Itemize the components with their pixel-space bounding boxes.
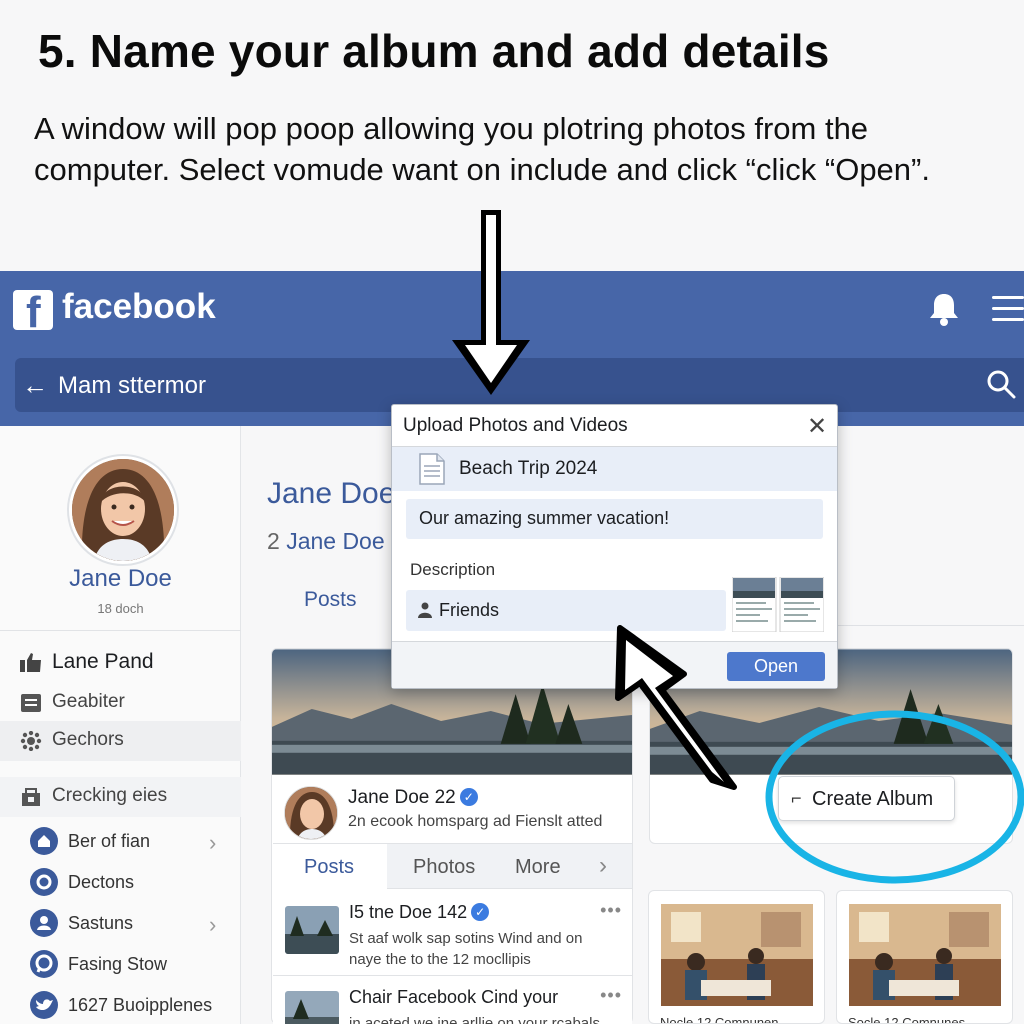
tab-posts[interactable]: Posts (304, 856, 354, 879)
profile-tabs: Posts Photos More › (273, 843, 632, 890)
main-profile-name[interactable]: Jane Doe (267, 477, 395, 511)
post-author-avatar[interactable] (284, 786, 338, 840)
cafe-photo[interactable] (661, 904, 813, 1006)
privacy-value: Friends (439, 600, 500, 620)
list-icon (21, 694, 41, 712)
thumbs-up-icon (20, 653, 41, 672)
sidebar-item-label: Lane Pand (52, 650, 154, 673)
profile-name[interactable]: Jane Doe (0, 565, 241, 593)
back-arrow-icon[interactable]: ← (22, 370, 48, 401)
search-input[interactable]: Mam sttermor (58, 372, 206, 400)
sidebar-divider (0, 630, 241, 631)
create-album-button[interactable]: ⌐ Create Album (778, 776, 955, 821)
sidebar-item-gechors[interactable]: Gechors (0, 721, 241, 761)
upload-dialog: Upload Photos and Videos ✕ Beach Trip 20… (391, 404, 838, 689)
thumbnail-photo[interactable] (285, 991, 339, 1024)
subtitle-name: Jane Doe (286, 528, 385, 554)
user-icon (30, 909, 58, 937)
album-description-input[interactable]: Our amazing summer vacation! (406, 499, 823, 539)
search-icon[interactable] (986, 369, 1016, 399)
list-item-text: St aaf wolk sap sotins Wind and on naye … (349, 930, 583, 968)
tab-more[interactable]: More (515, 856, 561, 879)
sidebar-item-ber-of-fian[interactable]: Ber of fian (68, 831, 150, 852)
more-options-icon[interactable]: ••• (600, 985, 622, 1006)
list-item-title-text: I5 tne Doe 142 (349, 902, 468, 922)
main-profile-subtitle: 2 Jane Doe (267, 528, 385, 555)
list-item[interactable]: Chair Facebook Cind your in aceted we in… (273, 977, 632, 1024)
verified-badge-icon: ✓ (459, 788, 478, 806)
close-icon[interactable]: ✕ (807, 412, 827, 441)
dialog-title: Upload Photos and Videos (403, 415, 628, 436)
settings-icon (30, 868, 58, 896)
thumbnail-photo[interactable] (285, 906, 339, 954)
chat-icon (30, 950, 58, 978)
chevron-right-icon[interactable]: › (209, 830, 216, 856)
photo-caption: Nocle 12 Comnunen (660, 1015, 779, 1024)
home-icon (30, 827, 58, 855)
facebook-wordmark[interactable]: facebook (62, 287, 216, 327)
post-author-label: Jane Doe 22 (348, 787, 456, 808)
album-icon: ⌐ (791, 788, 802, 808)
photo-thumbnails[interactable] (732, 577, 824, 632)
sidebar-item-sastuns[interactable]: Sastuns (68, 913, 133, 934)
person-icon (418, 602, 432, 618)
description-label: Description (410, 560, 496, 579)
bird-icon (30, 991, 58, 1019)
list-item-title: I5 tne Doe 142 ✓ (349, 902, 490, 923)
chevron-right-icon[interactable]: › (209, 912, 216, 938)
tutorial-screenshot: { "instruction": { "title": "5. Name you… (0, 0, 1024, 1024)
open-button[interactable]: Open (727, 652, 825, 681)
list-item[interactable]: I5 tne Doe 142 ✓ St aaf wolk sap sotins W… (273, 892, 632, 976)
sidebar-item-label: Gechors (52, 729, 124, 750)
tab-photos[interactable]: Photos (413, 856, 475, 879)
privacy-select[interactable]: Friends (406, 590, 726, 631)
facebook-logo-icon[interactable]: f (13, 290, 53, 330)
sidebar-item-lane-pand[interactable]: Lane Pand (0, 642, 241, 682)
chevron-right-icon[interactable]: › (599, 852, 607, 880)
post-text: 2n ecook homsparg ad Fienslt atted (348, 813, 603, 830)
tab-posts-main[interactable]: Posts (304, 588, 357, 612)
divider (838, 625, 1024, 626)
document-icon (419, 453, 445, 485)
photo-caption: Socle 12 Comnunes (848, 1015, 966, 1024)
step-title: 5. Name your album and add details (38, 25, 830, 77)
sidebar-item-fasing-stow[interactable]: Fasing Stow (68, 954, 167, 975)
album-description-value: Our amazing summer vacation! (419, 508, 670, 528)
sidebar-item-label: Geabiter (52, 691, 125, 712)
profile-avatar[interactable] (72, 459, 174, 561)
sidebar-item-geabiter[interactable]: Geabiter (0, 683, 241, 723)
photo-card[interactable]: Nocle 12 Comnunen (648, 890, 825, 1024)
photo-card[interactable]: Socle 12 Comnunes (836, 890, 1013, 1024)
sidebar-item-buoipplenes[interactable]: 1627 Buoipplenes (68, 995, 212, 1016)
sidebar-item-label: Crecking eies (52, 785, 168, 806)
list-item-title: Chair Facebook Cind your (349, 987, 559, 1007)
step-description: A window will pop poop allowing you plot… (34, 111, 930, 187)
bell-icon[interactable] (928, 291, 960, 327)
store-icon (22, 788, 40, 806)
verified-badge-icon: ✓ (471, 903, 490, 921)
logo-letter: f (26, 290, 41, 331)
post-author-name[interactable]: Jane Doe 22 ✓ (348, 787, 478, 809)
list-item-text: in aceted we ine arllie on your rcabals (349, 1015, 600, 1024)
menu-icon[interactable] (992, 296, 1024, 322)
subtitle-count: 2 (267, 528, 280, 554)
create-album-label: Create Album (812, 788, 934, 810)
sidebar-item-dectons[interactable]: Dectons (68, 872, 134, 893)
sidebar-item-crecking[interactable]: Crecking eies (0, 777, 241, 817)
gear-icon (20, 731, 42, 751)
album-name-value: Beach Trip 2024 (459, 458, 598, 479)
more-options-icon[interactable]: ••• (600, 900, 622, 921)
cafe-photo[interactable] (849, 904, 1001, 1006)
profile-subtitle: 18 doch (97, 601, 144, 616)
album-name-field[interactable]: Beach Trip 2024 (392, 447, 837, 491)
